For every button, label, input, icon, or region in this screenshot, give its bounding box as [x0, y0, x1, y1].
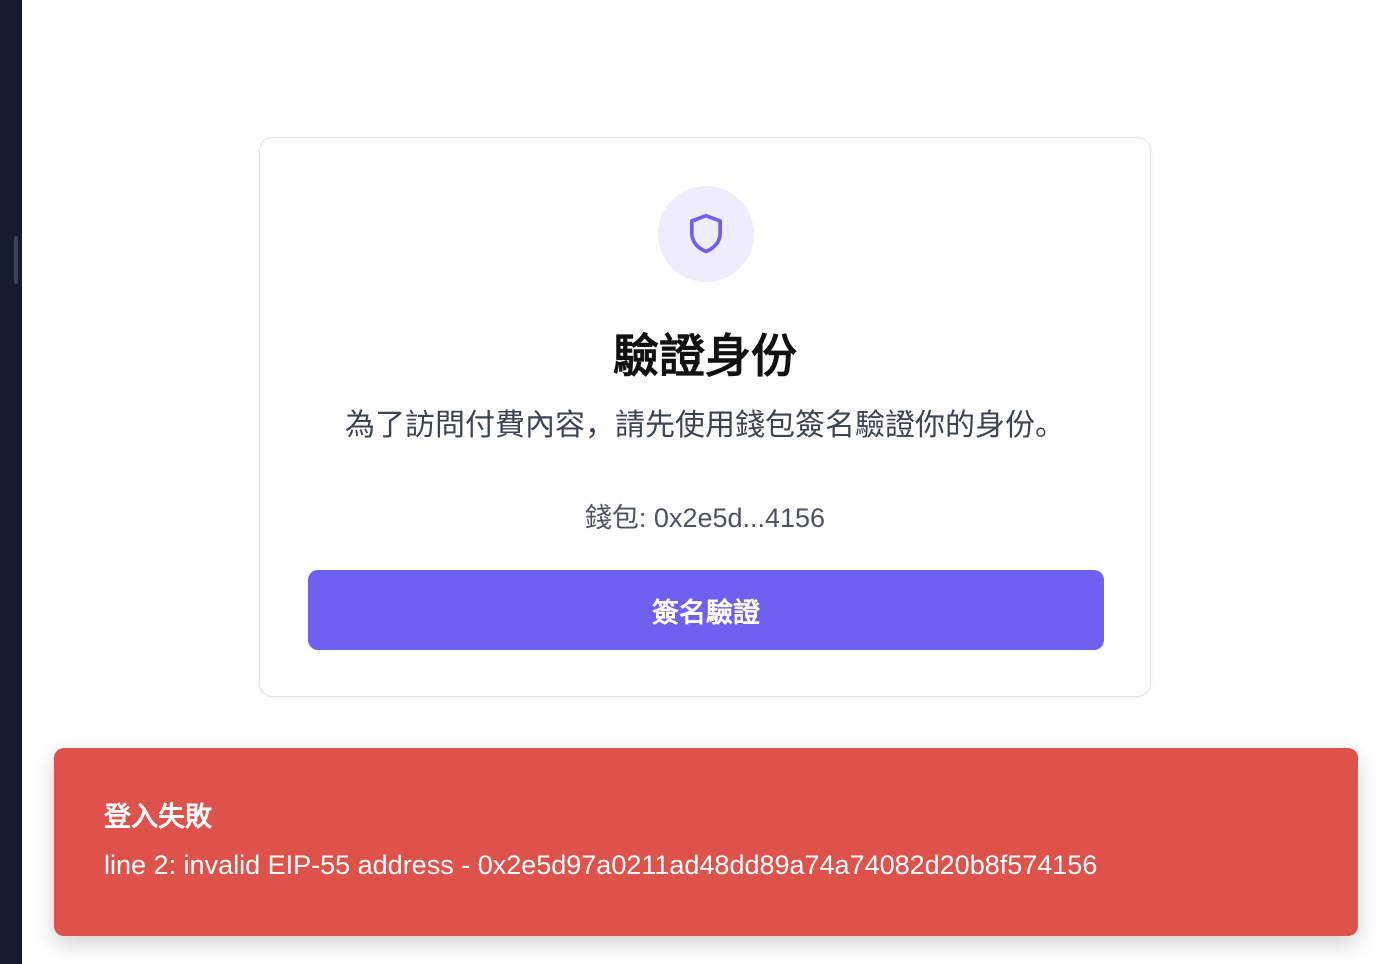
sign-verify-button[interactable]: 簽名驗證	[308, 570, 1104, 650]
error-toast-title: 登入失敗	[104, 802, 212, 832]
shield-icon-badge	[658, 186, 754, 282]
main-content: 驗證身份 為了訪問付費內容，請先使用錢包簽名驗證你的身份。 錢包: 0x2e5d…	[22, 0, 1380, 964]
error-toast-message: line 2: invalid EIP-55 address - 0x2e5d9…	[104, 850, 1098, 880]
auth-card: 驗證身份 為了訪問付費內容，請先使用錢包簽名驗證你的身份。 錢包: 0x2e5d…	[259, 137, 1151, 697]
shield-icon	[690, 213, 722, 254]
wallet-address: 錢包: 0x2e5d...4156	[584, 503, 826, 533]
auth-description: 為了訪問付費內容，請先使用錢包簽名驗證你的身份。	[345, 409, 1065, 442]
error-toast[interactable]: 登入失敗 line 2: invalid EIP-55 address - 0x…	[54, 748, 1358, 936]
left-panel-edge	[0, 0, 22, 964]
page-title: 驗證身份	[613, 330, 797, 382]
resize-handle[interactable]	[14, 236, 18, 284]
